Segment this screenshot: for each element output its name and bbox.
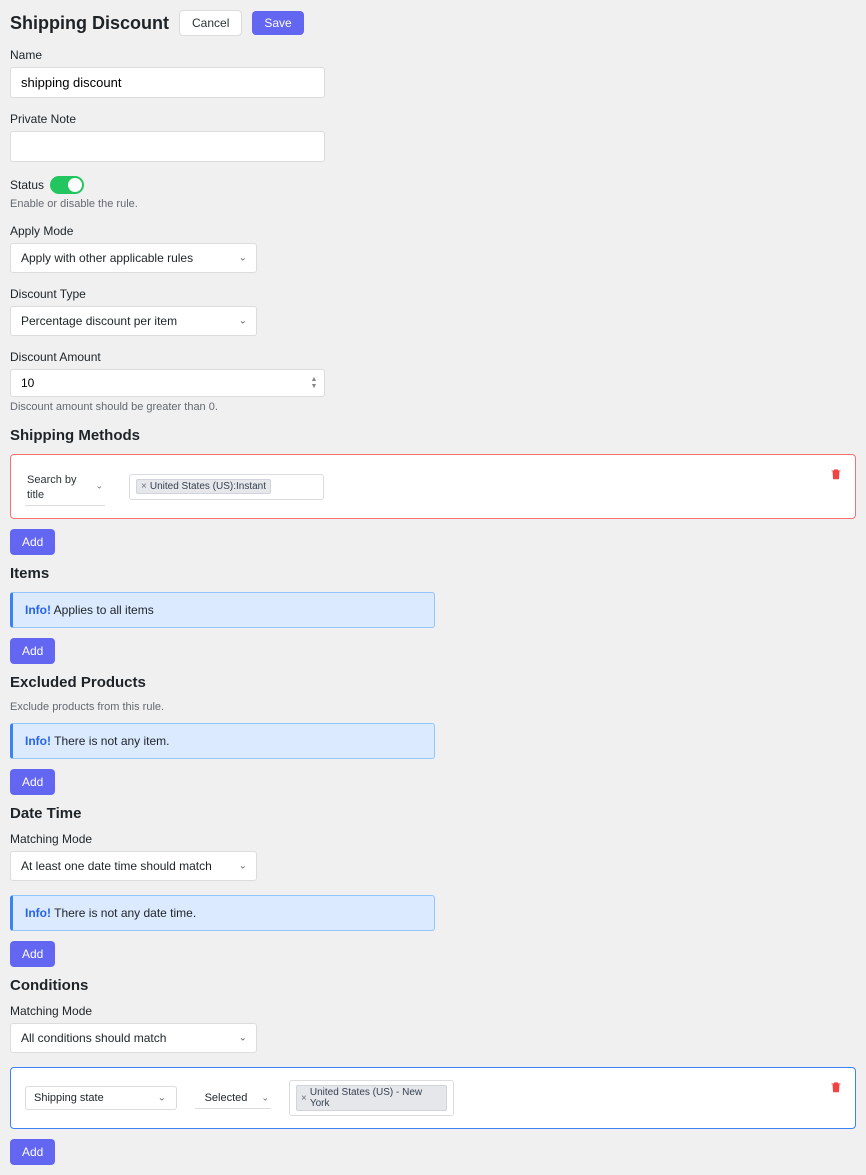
shipping-search-by-select[interactable]: Search by title ⌄ <box>25 467 105 506</box>
trash-icon[interactable] <box>829 1080 843 1094</box>
shipping-methods-heading: Shipping Methods <box>10 427 856 444</box>
shipping-methods-panel: Search by title ⌄ × United States (US):I… <box>10 454 856 519</box>
excluded-products-heading: Excluded Products <box>10 674 856 691</box>
info-label: Info! <box>25 603 51 617</box>
add-item-button[interactable]: Add <box>10 638 55 664</box>
chip-label: United States (US) - New York <box>310 1087 442 1109</box>
shipping-search-by-label: Search by title <box>27 474 77 501</box>
page-title: Shipping Discount <box>10 13 169 34</box>
conditions-heading: Conditions <box>10 977 856 994</box>
status-hint: Enable or disable the rule. <box>10 198 856 210</box>
chevron-down-icon: ⌄ <box>261 1092 269 1103</box>
trash-icon[interactable] <box>829 467 843 481</box>
excluded-desc: Exclude products from this rule. <box>10 701 856 713</box>
private-note-label: Private Note <box>10 112 856 126</box>
discount-amount-hint: Discount amount should be greater than 0… <box>10 401 856 413</box>
save-button[interactable]: Save <box>252 11 303 35</box>
cond-matching-mode-select[interactable]: All conditions should match <box>10 1023 257 1053</box>
discount-type-label: Discount Type <box>10 287 856 301</box>
discount-amount-label: Discount Amount <box>10 350 856 364</box>
add-shipping-method-button[interactable]: Add <box>10 529 55 555</box>
discount-amount-input[interactable] <box>10 369 325 397</box>
condition-match-label: Selected <box>205 1092 248 1104</box>
info-text: There is not any item. <box>51 734 170 748</box>
info-text: There is not any date time. <box>51 906 196 920</box>
condition-match-select[interactable]: Selected ⌄ <box>195 1088 271 1109</box>
info-text: Applies to all items <box>51 603 154 617</box>
add-condition-button[interactable]: Add <box>10 1139 55 1165</box>
date-matching-mode-label: Matching Mode <box>10 832 856 846</box>
apply-mode-label: Apply Mode <box>10 224 856 238</box>
items-info-box: Info! Applies to all items <box>10 592 435 628</box>
chip-remove-icon[interactable]: × <box>301 1093 307 1104</box>
cond-matching-mode-label: Matching Mode <box>10 1004 856 1018</box>
chevron-down-icon: ⌄ <box>158 1093 166 1104</box>
add-excluded-button[interactable]: Add <box>10 769 55 795</box>
condition-chip: × United States (US) - New York <box>296 1085 447 1111</box>
chip-remove-icon[interactable]: × <box>141 481 147 492</box>
name-label: Name <box>10 48 856 62</box>
name-input[interactable] <box>10 67 325 98</box>
shipping-methods-tag-input[interactable]: × United States (US):Instant <box>129 474 324 500</box>
excluded-info-box: Info! There is not any item. <box>10 723 435 759</box>
discount-type-select[interactable]: Percentage discount per item <box>10 306 257 336</box>
condition-type-select[interactable]: Shipping state ⌄ <box>25 1086 177 1110</box>
items-heading: Items <box>10 565 856 582</box>
info-label: Info! <box>25 734 51 748</box>
apply-mode-select[interactable]: Apply with other applicable rules <box>10 243 257 273</box>
stepper-down-icon[interactable]: ▼ <box>307 383 321 390</box>
condition-type-label: Shipping state <box>34 1092 104 1104</box>
chip-label: United States (US):Instant <box>150 481 266 492</box>
condition-value-tag-input[interactable]: × United States (US) - New York <box>289 1080 454 1116</box>
status-label: Status <box>10 178 44 192</box>
condition-panel: Shipping state ⌄ Selected ⌄ × United Sta… <box>10 1067 856 1129</box>
chevron-down-icon: ⌄ <box>95 481 103 492</box>
stepper-up-icon[interactable]: ▲ <box>307 376 321 383</box>
quantity-stepper[interactable]: ▲ ▼ <box>307 374 321 392</box>
date-time-heading: Date Time <box>10 805 856 822</box>
status-toggle[interactable] <box>50 176 84 194</box>
date-info-box: Info! There is not any date time. <box>10 895 435 931</box>
date-matching-mode-select[interactable]: At least one date time should match <box>10 851 257 881</box>
add-date-time-button[interactable]: Add <box>10 941 55 967</box>
info-label: Info! <box>25 906 51 920</box>
cancel-button[interactable]: Cancel <box>179 10 242 36</box>
private-note-input[interactable] <box>10 131 325 162</box>
shipping-method-chip: × United States (US):Instant <box>136 479 271 494</box>
